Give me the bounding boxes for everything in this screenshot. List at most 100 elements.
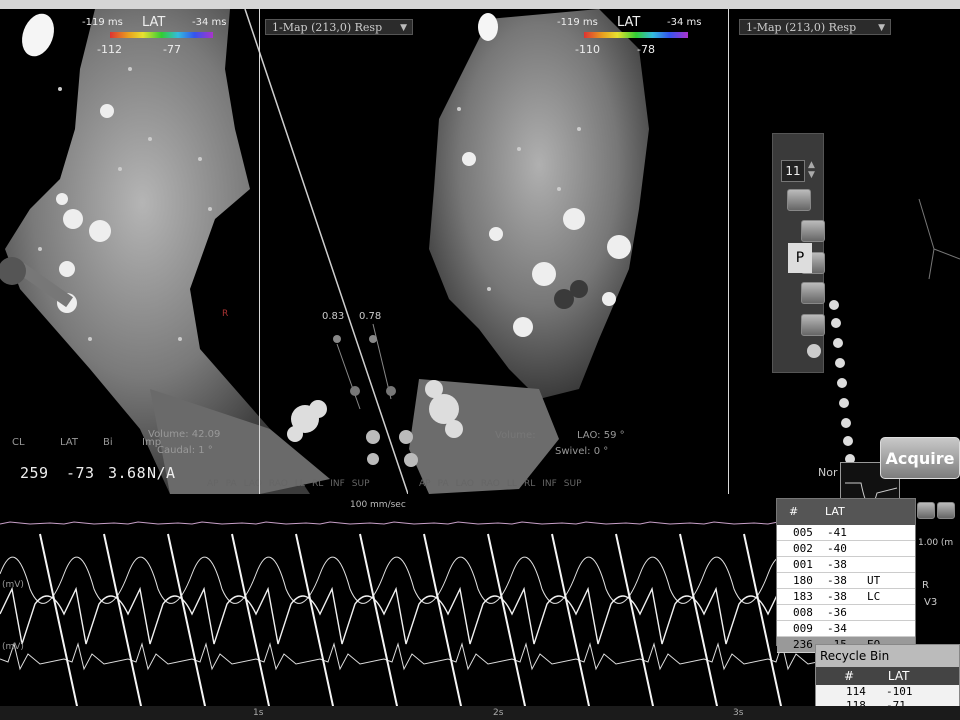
cell-id: 180: [793, 574, 813, 587]
cell-id: 183: [793, 590, 813, 603]
cell-id: 008: [793, 606, 813, 619]
cell-id: 005: [793, 526, 813, 539]
lead-r-label: R: [922, 580, 929, 591]
points-table-row[interactable]: 183 -38 LC: [777, 589, 915, 605]
points-table-row[interactable]: 009 -34: [777, 621, 915, 637]
cell-lat: -34: [827, 622, 847, 635]
save-icon[interactable]: [937, 502, 955, 519]
annotation-line: [615, 533, 657, 720]
cell-id: 001: [793, 558, 813, 571]
col-num-header[interactable]: #: [789, 505, 798, 518]
cell-lat: -38: [827, 590, 847, 603]
recycle-col-lat[interactable]: LAT: [888, 669, 910, 683]
grid-icon[interactable]: [787, 189, 811, 211]
recycle-row[interactable]: 114 -101: [816, 685, 959, 699]
view-ll-button[interactable]: LL: [507, 479, 517, 489]
view-inf-button[interactable]: INF: [542, 479, 557, 489]
col-lat-header[interactable]: LAT: [825, 505, 845, 518]
cell-lat: -36: [827, 606, 847, 619]
map-selector-value: 1-Map (213,0) Resp: [272, 21, 383, 34]
right-view-buttons: AP PA LAO RAO LL RL INF SUP: [419, 471, 589, 490]
lat-min-label: -119 ms: [82, 17, 123, 28]
mv-label-1: (mV): [2, 580, 24, 590]
gain-label: 1.00 (m: [918, 538, 954, 548]
slider-handle-right[interactable]: [369, 335, 377, 343]
recycle-bin-header: # LAT: [816, 667, 959, 685]
points-table[interactable]: # LAT 005 -41 002 -40 001 -38 180 -38 UT 183 -38 LC…: [776, 498, 916, 653]
lat-max-label: -34 ms: [192, 17, 227, 28]
stat-header-bi: Bi: [103, 437, 113, 448]
ecg-trace: [0, 521, 815, 525]
lat-colorbar[interactable]: [110, 32, 213, 38]
view-pa-button[interactable]: PA: [226, 479, 237, 489]
lat-title: LAT: [142, 15, 166, 30]
panel-tab-p[interactable]: P: [788, 243, 812, 273]
points-table-body: 005 -41 002 -40 001 -38 180 -38 UT 183 -38 LC 008 -36…: [777, 525, 915, 653]
view-rl-button[interactable]: RL: [524, 479, 535, 489]
top-window-strip: [0, 0, 960, 9]
mv-label-2: (mV): [2, 642, 24, 652]
points-table-row[interactable]: 180 -38 UT: [777, 573, 915, 589]
lat-title-right: LAT: [617, 15, 641, 30]
annotation-line: [231, 533, 273, 720]
ecg-waveforms[interactable]: [0, 494, 815, 720]
view-ap-button[interactable]: AP: [419, 479, 431, 489]
lat-high-value-right: -78: [637, 43, 655, 56]
cell-lat: -40: [827, 542, 847, 555]
map-selector-dropdown[interactable]: 1-Map (213,0) Resp ▼: [265, 19, 413, 35]
view-ap-button[interactable]: AP: [207, 479, 219, 489]
target-icon[interactable]: [801, 314, 825, 336]
slider-value-right: 0.78: [359, 311, 382, 322]
acquire-button[interactable]: Acquire: [880, 437, 960, 479]
cell-id: 114: [846, 685, 866, 698]
timeline-ruler[interactable]: 1s 2s 3s: [0, 706, 960, 720]
annotation-line: [167, 533, 209, 720]
lat-low-value-right: -110: [575, 43, 600, 56]
tag-icon[interactable]: [917, 502, 935, 519]
tick-1s: 1s: [253, 708, 264, 718]
hand-icon[interactable]: [801, 282, 825, 304]
lat-colorbar-right[interactable]: [584, 32, 688, 38]
cell-lat: -38: [827, 574, 847, 587]
stat-header-lat: LAT: [60, 437, 78, 448]
points-table-row[interactable]: 002 -40: [777, 541, 915, 557]
view-pa-button[interactable]: PA: [438, 479, 449, 489]
nor-label: Nor: [818, 466, 838, 479]
cell-tag: LC: [867, 590, 881, 603]
points-table-row[interactable]: 001 -38: [777, 557, 915, 573]
recycle-col-num[interactable]: #: [844, 669, 854, 683]
cell-lat: -41: [827, 526, 847, 539]
annotation-line: [359, 533, 401, 720]
tick-3s: 3s: [733, 708, 744, 718]
lead-v3-label: V3: [924, 597, 938, 608]
stat-lat-value: -73: [66, 464, 95, 482]
count-field[interactable]: 11: [781, 160, 805, 182]
annotation-line: [103, 533, 145, 720]
cell-id: 002: [793, 542, 813, 555]
right-anatomy-render[interactable]: [259, 9, 728, 494]
paint-icon[interactable]: [807, 344, 821, 358]
view-rao-button[interactable]: RAO: [481, 479, 500, 489]
stepper-icon[interactable]: ▲ ▼: [808, 160, 815, 180]
points-table-row[interactable]: 008 -36: [777, 605, 915, 621]
cell-lat: -101: [886, 685, 913, 698]
ecg-strip[interactable]: 100 mm/sec (mV) (mV): [0, 494, 815, 720]
ecg-trace: [0, 642, 815, 671]
view-sup-button[interactable]: SUP: [564, 479, 582, 489]
dot-slider[interactable]: [826, 295, 858, 465]
caudal-readout: Caudal: 1 °: [157, 445, 213, 456]
heart-chamber-surface-right[interactable]: [429, 9, 649, 399]
right-map-pane[interactable]: 1-Map (213,0) Resp ▼ -119 ms LAT -34 ms …: [259, 9, 728, 494]
cell-lat: -38: [827, 558, 847, 571]
catheter-icon[interactable]: [801, 220, 825, 242]
points-table-row[interactable]: 005 -41: [777, 525, 915, 541]
head-orientation-icon: [22, 13, 54, 57]
lat-low-value: -112: [97, 43, 122, 56]
view-lao-button[interactable]: LAO: [456, 479, 474, 489]
cell-id: 009: [793, 622, 813, 635]
orientation-mark: R: [222, 309, 229, 319]
annotation-line: [551, 533, 593, 720]
heart-mode-icon[interactable]: [787, 138, 811, 160]
recycle-bin-title: Recycle Bin: [816, 645, 959, 667]
pane-divider-1[interactable]: [259, 9, 260, 494]
